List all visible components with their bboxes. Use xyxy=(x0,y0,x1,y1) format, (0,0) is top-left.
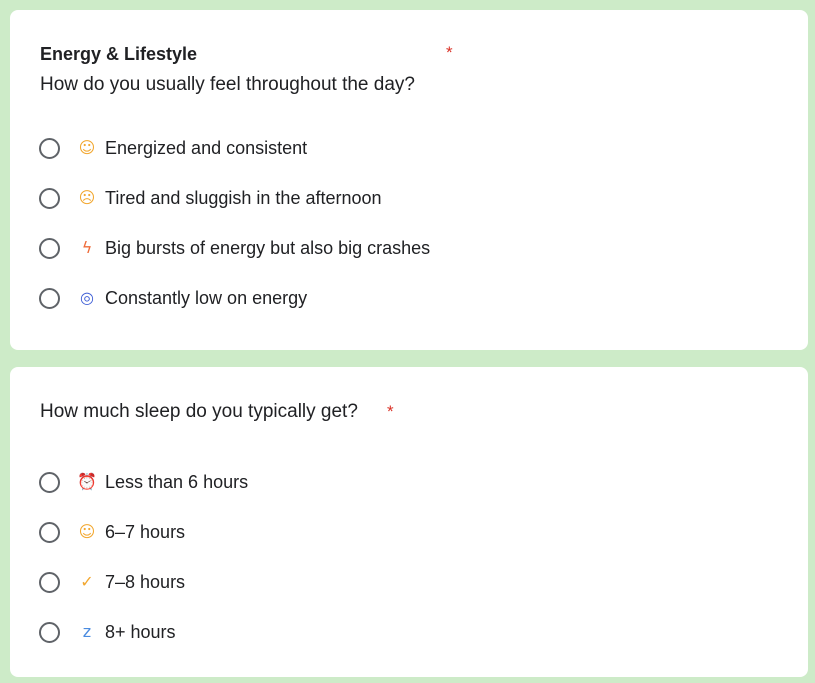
option-label: 7–8 hours xyxy=(105,571,186,592)
energy-question-card: Energy & Lifestyle * How do you usually … xyxy=(10,10,808,350)
zzz-icon: z xyxy=(82,622,92,641)
radio-group: ⏰ Less than 6 hours ☺ 6–7 hours ✓ 7–8 ho… xyxy=(39,457,788,657)
sleep-question-card: How much sleep do you typically get? * ⏰… xyxy=(10,367,808,677)
option-label: Tired and sluggish in the afternoon xyxy=(105,187,382,208)
option-label: Constantly low on energy xyxy=(105,287,308,308)
radio-button[interactable] xyxy=(39,287,60,309)
radio-button[interactable] xyxy=(39,621,60,643)
required-asterisk: * xyxy=(446,43,453,62)
radio-button[interactable] xyxy=(39,471,60,493)
option-label: Less than 6 hours xyxy=(105,471,249,492)
option-low-energy[interactable]: ◎ Constantly low on energy xyxy=(39,273,788,323)
option-label: 6–7 hours xyxy=(105,521,186,542)
option-label: Energized and consistent xyxy=(105,137,308,158)
option-tired[interactable]: ☹ Tired and sluggish in the afternoon xyxy=(39,173,788,223)
option-less-than-6[interactable]: ⏰ Less than 6 hours xyxy=(39,457,788,507)
option-7-8[interactable]: ✓ 7–8 hours xyxy=(39,557,788,607)
thumbs-up-icon: ✓ xyxy=(80,572,94,591)
smiling-face-icon: ☺ xyxy=(78,138,96,157)
radio-button[interactable] xyxy=(39,571,60,593)
radio-button[interactable] xyxy=(39,187,60,209)
option-label: Big bursts of energy but also big crashe… xyxy=(105,237,431,258)
option-6-7[interactable]: ☺ 6–7 hours xyxy=(39,507,788,557)
spiral-icon: ◎ xyxy=(80,288,94,307)
option-energized[interactable]: ☺ Energized and consistent xyxy=(39,123,788,173)
question-text: How do you usually feel throughout the d… xyxy=(40,74,415,95)
sleepy-face-icon: ☹ xyxy=(78,188,96,207)
radio-button[interactable] xyxy=(39,137,60,159)
option-bursts[interactable]: ϟ Big bursts of energy but also big cras… xyxy=(39,223,788,273)
option-8-plus[interactable]: z 8+ hours xyxy=(39,607,788,657)
option-label: 8+ hours xyxy=(105,621,176,642)
question-text: How much sleep do you typically get? xyxy=(40,401,358,422)
radio-button[interactable] xyxy=(39,237,60,259)
lightning-icon: ϟ xyxy=(81,238,93,257)
required-asterisk: * xyxy=(387,402,394,421)
alarm-clock-icon: ⏰ xyxy=(77,472,97,491)
neutral-face-icon: ☺ xyxy=(78,522,96,541)
radio-group: ☺ Energized and consistent ☹ Tired and s… xyxy=(39,123,788,323)
radio-button[interactable] xyxy=(39,521,60,543)
section-title: Energy & Lifestyle xyxy=(40,44,198,64)
